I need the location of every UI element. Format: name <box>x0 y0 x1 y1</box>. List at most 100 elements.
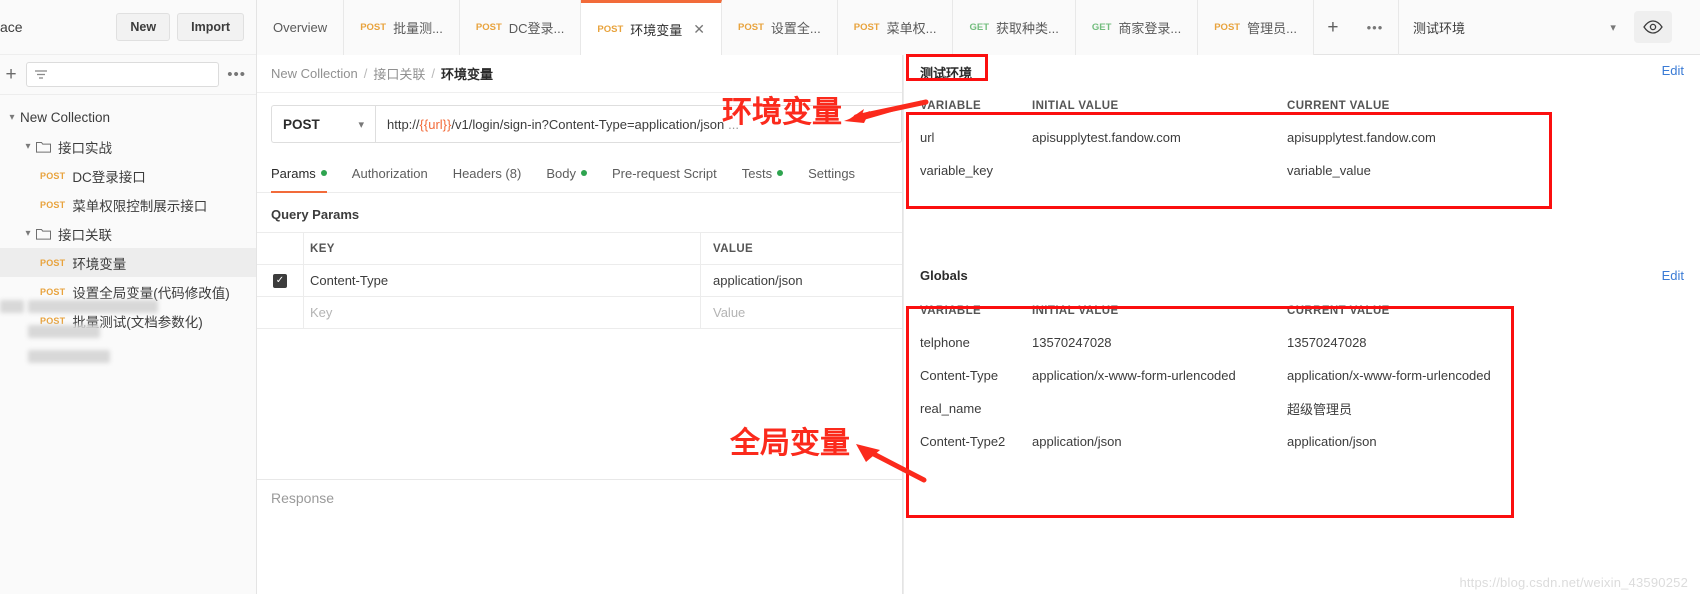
method-badge: POST <box>475 22 502 33</box>
globals-edit-link[interactable]: Edit <box>1662 268 1684 283</box>
new-button[interactable]: New <box>116 13 171 41</box>
tab-headers[interactable]: Headers (8) <box>453 154 535 192</box>
variable-current-value: variable_value <box>1287 163 1371 178</box>
variable-name: telphone <box>920 335 970 350</box>
http-method-select[interactable]: POST ▾ <box>271 105 375 143</box>
column-header-initial-value: INITIAL VALUE <box>1032 100 1119 112</box>
variable-initial-value: apisupplytest.fandow.com <box>1032 130 1181 145</box>
method-badge: GET <box>969 22 989 33</box>
column-header-initial-value: INITIAL VALUE <box>1032 305 1119 317</box>
tab-env-variable[interactable]: POST 环境变量 ✕ <box>581 0 723 55</box>
obscured-item-2 <box>0 300 24 313</box>
param-value: application/json <box>713 273 803 288</box>
add-icon[interactable]: + <box>4 65 18 84</box>
chevron-down-icon[interactable]: ▾ <box>20 228 36 239</box>
tab-label: Overview <box>273 20 328 35</box>
annotation-text-globals: 全局变量 <box>730 426 850 461</box>
tab-label: Tests <box>741 165 773 181</box>
table-row[interactable]: variable_key variable_value <box>904 154 1700 187</box>
tree-item-label: 接口关联 <box>58 227 112 243</box>
column-header-key: KEY <box>310 242 335 255</box>
variable-name: url <box>920 130 935 145</box>
tab-menu-permission[interactable]: POST 菜单权... <box>837 0 954 55</box>
tab-get-category[interactable]: GET 获取种类... <box>953 0 1076 55</box>
sidebar-more-icon[interactable]: ••• <box>227 66 246 83</box>
tab-batch-test[interactable]: POST 批量测... <box>344 0 460 55</box>
table-row[interactable]: telphone 13570247028 13570247028 <box>904 326 1700 359</box>
table-row[interactable]: url apisupplytest.fandow.com apisupplyte… <box>904 121 1700 154</box>
tree-item-label: 接口实战 <box>58 140 112 156</box>
obscured-item-1 <box>28 300 158 313</box>
sidebar: ace New Import + ••• ▾ New Collection ▾ … <box>0 0 257 594</box>
environment-quick-look-button[interactable] <box>1633 11 1672 43</box>
tree-item-request-dc-login[interactable]: POST DC登录接口 <box>0 161 256 190</box>
tree-item-new-collection[interactable]: ▾ New Collection <box>0 103 256 132</box>
variable-current-value: 13570247028 <box>1287 335 1367 350</box>
obscured-item-4 <box>28 350 110 363</box>
checkbox-checked-icon[interactable]: ✓ <box>273 273 287 288</box>
breadcrumb-folder[interactable]: 接口关联 <box>373 64 425 83</box>
folder-icon <box>36 141 51 153</box>
table-row-placeholder[interactable]: Key Value <box>257 296 902 329</box>
add-tab-button[interactable]: + <box>1314 0 1352 55</box>
request-pane: New Collection / 接口关联 / 环境变量 POST ▾ http… <box>257 55 903 594</box>
tab-label: 设置全... <box>770 21 821 36</box>
breadcrumb-collection[interactable]: New Collection <box>271 66 358 81</box>
variable-current-value: 超级管理员 <box>1287 402 1353 417</box>
table-row[interactable]: Content-Type application/x-www-form-urle… <box>904 359 1700 392</box>
tab-label: Params <box>271 165 316 181</box>
postman-window: ace New Import + ••• ▾ New Collection ▾ … <box>0 0 1700 594</box>
tab-label: 管理员... <box>1247 21 1297 36</box>
column-header-variable: VARIABLE <box>920 305 982 317</box>
tree-item-folder-1[interactable]: ▾ 接口实战 <box>0 132 256 161</box>
environment-section: 测试环境 Edit VARIABLE INITIAL VALUE CURRENT… <box>904 55 1700 220</box>
http-method-value: POST <box>283 116 320 132</box>
row-checkbox-cell[interactable]: ✓ <box>257 273 303 288</box>
tab-admin[interactable]: POST 管理员... <box>1198 0 1314 55</box>
close-icon[interactable]: ✕ <box>693 21 705 38</box>
chevron-down-icon[interactable]: ▾ <box>4 112 20 123</box>
import-button[interactable]: Import <box>177 13 244 41</box>
filter-input[interactable] <box>26 62 220 87</box>
tree-item-label: 环境变量 <box>72 256 127 272</box>
tab-label: Headers (8) <box>452 165 522 181</box>
tab-set-global[interactable]: POST 设置全... <box>722 0 838 55</box>
tab-label: 菜单权... <box>886 21 937 36</box>
chevron-down-icon: ▾ <box>1610 22 1616 34</box>
tree-item-label: DC登录接口 <box>72 169 146 185</box>
filter-icon <box>35 70 47 79</box>
tab-merchant-login[interactable]: GET 商家登录... <box>1075 0 1199 55</box>
table-header-row: VARIABLE INITIAL VALUE CURRENT VALUE <box>904 296 1700 326</box>
tab-authorization[interactable]: Authorization <box>352 154 441 192</box>
tab-settings[interactable]: Settings <box>808 154 868 192</box>
variable-initial-value: application/x-www-form-urlencoded <box>1032 368 1236 383</box>
environment-edit-link[interactable]: Edit <box>1662 63 1684 78</box>
method-badge: POST <box>40 199 66 210</box>
tab-body[interactable]: Body <box>546 154 600 192</box>
table-row[interactable]: Content-Type2 application/json applicati… <box>904 425 1700 458</box>
tab-label: Settings <box>808 165 856 181</box>
table-row[interactable]: real_name 超级管理员 <box>904 392 1700 425</box>
tab-dc-login[interactable]: POST DC登录... <box>459 0 582 55</box>
tab-params[interactable]: Params <box>271 154 340 193</box>
globals-section: Globals Edit VARIABLE INITIAL VALUE CURR… <box>904 260 1700 510</box>
tree-item-request-env-variable[interactable]: POST 环境变量 <box>0 248 256 277</box>
variable-initial-value: application/json <box>1032 434 1122 449</box>
param-key: Content-Type <box>310 273 389 288</box>
query-params-title: Query Params <box>271 207 360 222</box>
tab-tests[interactable]: Tests <box>742 154 796 192</box>
tree-item-request-menu-permission[interactable]: POST 菜单权限控制展示接口 <box>0 190 256 219</box>
variable-current-value: application/json <box>1287 434 1377 449</box>
tab-overview[interactable]: Overview <box>257 0 345 55</box>
tree-item-folder-2[interactable]: ▾ 接口关联 <box>0 219 256 248</box>
chevron-down-icon[interactable]: ▾ <box>20 141 36 152</box>
table-row[interactable]: ✓ Content-Type application/json <box>257 264 902 297</box>
tab-options-icon[interactable]: ••• <box>1352 0 1398 55</box>
environment-quick-look-pane: 测试环境 Edit VARIABLE INITIAL VALUE CURRENT… <box>903 55 1700 594</box>
status-dot <box>320 170 327 176</box>
globals-name: Globals <box>920 268 968 283</box>
tab-pre-request-script[interactable]: Pre-request Script <box>612 154 730 192</box>
breadcrumb-separator: / <box>431 66 435 81</box>
tab-label: 环境变量 <box>630 22 683 38</box>
environment-selector[interactable]: 测试环境 ▾ <box>1397 0 1630 55</box>
